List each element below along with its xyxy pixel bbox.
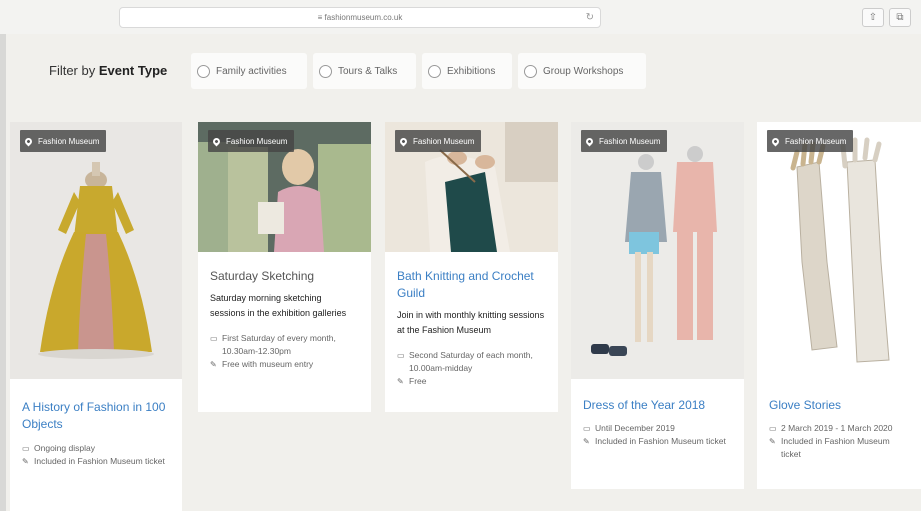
card-image[interactable]: Fashion Museum xyxy=(571,122,744,379)
card-image[interactable]: Fashion Museum xyxy=(198,122,371,252)
share-icon: ⇧ xyxy=(868,12,878,23)
calendar-icon: ▭ xyxy=(397,351,405,360)
filter-option-exhibitions[interactable]: Exhibitions xyxy=(422,53,512,89)
event-date: ▭ First Saturday of every month, 10.30am-… xyxy=(210,332,359,358)
calendar-icon: ▭ xyxy=(210,334,218,343)
card-image[interactable]: Fashion Museum xyxy=(385,122,558,252)
event-date-text: Second Saturday of each month, 10.00am-m… xyxy=(409,350,533,373)
share-button[interactable]: ⇧ xyxy=(862,8,884,27)
event-title[interactable]: Glove Stories xyxy=(769,397,909,414)
address-bar[interactable]: ≡ fashionmuseum.co.uk ↻ xyxy=(119,7,601,28)
card-body: A History of Fashion in 100 Objects ▭ Ong… xyxy=(10,379,182,511)
filter-label: Filter by Event Type xyxy=(49,63,167,78)
events-grid: Fashion Museum A History of Fashion in 1… xyxy=(6,114,921,511)
calendar-icon: ▭ xyxy=(583,424,591,433)
location-badge: Fashion Museum xyxy=(20,130,107,152)
card-body: Dress of the Year 2018 ▭ Until December 2… xyxy=(571,379,744,489)
event-date: ▭ Until December 2019 xyxy=(583,422,732,435)
card-image[interactable]: Fashion Museum xyxy=(757,122,921,379)
event-date: ▭ Ongoing display xyxy=(22,442,170,455)
tabs-icon: ⧉ xyxy=(896,12,904,23)
card-body: Bath Knitting and Crochet Guild Join in … xyxy=(385,252,558,412)
filter-option-family-activities[interactable]: Family activities xyxy=(191,53,307,89)
event-description: Saturday morning sketching sessions in t… xyxy=(210,293,347,318)
event-price-text: Included in Fashion Museum ticket xyxy=(781,436,890,459)
map-pin-icon xyxy=(211,136,222,146)
reload-icon[interactable]: ↻ xyxy=(586,8,594,27)
event-title[interactable]: Saturday Sketching xyxy=(210,268,359,285)
event-title[interactable]: A History of Fashion in 100 Objects xyxy=(22,399,170,433)
url-text: ≡ fashionmuseum.co.uk xyxy=(317,13,403,22)
browser-toolbar: ≡ fashionmuseum.co.uk ↻ ⇧ ⧉ xyxy=(0,0,921,35)
dress-of-year-image xyxy=(571,122,744,379)
filter-bar: Filter by Event Type Family activities T… xyxy=(6,34,921,114)
badge-label: Fashion Museum xyxy=(38,136,100,146)
event-date-text: 2 March 2019 - 1 March 2020 xyxy=(781,423,893,433)
tag-icon: ✎ xyxy=(22,457,29,466)
location-badge: Fashion Museum xyxy=(208,130,295,152)
tag-icon: ✎ xyxy=(583,437,590,446)
card-image[interactable]: Fashion Museum xyxy=(10,122,182,379)
filter-option-label: Tours & Talks xyxy=(338,65,398,77)
event-price-text: Free xyxy=(409,376,427,386)
location-badge: Fashion Museum xyxy=(395,130,482,152)
card-body: Saturday Sketching Saturday morning sket… xyxy=(198,252,371,412)
calendar-icon: ▭ xyxy=(769,424,777,433)
radio-icon[interactable] xyxy=(524,64,537,78)
map-pin-icon xyxy=(770,136,781,146)
filter-label-prefix: Filter by xyxy=(49,63,96,78)
radio-icon[interactable] xyxy=(319,64,332,78)
filter-label-strong: Event Type xyxy=(98,63,168,78)
map-pin-icon xyxy=(398,136,409,146)
event-price-text: Free with museum entry xyxy=(222,359,314,369)
radio-icon[interactable] xyxy=(428,64,441,78)
tabs-button[interactable]: ⧉ xyxy=(889,8,911,27)
event-title[interactable]: Bath Knitting and Crochet Guild xyxy=(397,268,546,302)
card-body: Glove Stories ▭ 2 March 2019 - 1 March 20… xyxy=(757,379,921,489)
event-price: ✎ Included in Fashion Museum ticket xyxy=(769,435,909,461)
tag-icon: ✎ xyxy=(397,377,404,386)
gown-image xyxy=(10,122,182,379)
map-pin-icon xyxy=(584,136,595,146)
tag-icon: ✎ xyxy=(210,360,217,369)
location-badge: Fashion Museum xyxy=(581,130,668,152)
filter-option-group-workshops[interactable]: Group Workshops xyxy=(518,53,646,89)
badge-label: Fashion Museum xyxy=(226,136,288,146)
event-date: ▭ Second Saturday of each month, 10.00am-… xyxy=(397,349,546,375)
location-badge: Fashion Museum xyxy=(767,130,854,152)
calendar-icon: ▭ xyxy=(22,444,30,453)
event-title[interactable]: Dress of the Year 2018 xyxy=(583,397,732,414)
event-date: ▭ 2 March 2019 - 1 March 2020 xyxy=(769,422,909,435)
event-date-text: Until December 2019 xyxy=(595,423,675,433)
filter-option-label: Family activities xyxy=(216,65,287,77)
badge-label: Fashion Museum xyxy=(785,136,847,146)
event-description: Join in with monthly knitting sessions a… xyxy=(397,310,545,335)
event-price-text: Included in Fashion Museum ticket xyxy=(595,436,726,446)
event-price: ✎ Included in Fashion Museum ticket xyxy=(22,455,170,468)
badge-label: Fashion Museum xyxy=(599,136,661,146)
filter-option-label: Group Workshops xyxy=(543,65,624,77)
badge-label: Fashion Museum xyxy=(413,136,475,146)
map-pin-icon xyxy=(23,136,34,146)
event-price: ✎ Included in Fashion Museum ticket xyxy=(583,435,732,448)
gloves-image xyxy=(757,122,921,379)
event-price: ✎ Free with museum entry xyxy=(210,358,359,371)
radio-icon[interactable] xyxy=(197,64,210,78)
event-date-text: Ongoing display xyxy=(34,443,95,453)
event-date-text: First Saturday of every month, 10.30am-1… xyxy=(222,333,336,356)
event-price-text: Included in Fashion Museum ticket xyxy=(34,456,165,466)
tag-icon: ✎ xyxy=(769,437,776,446)
filter-option-label: Exhibitions xyxy=(447,65,496,77)
filter-option-tours-talks[interactable]: Tours & Talks xyxy=(313,53,416,89)
event-price: ✎ Free xyxy=(397,375,546,388)
